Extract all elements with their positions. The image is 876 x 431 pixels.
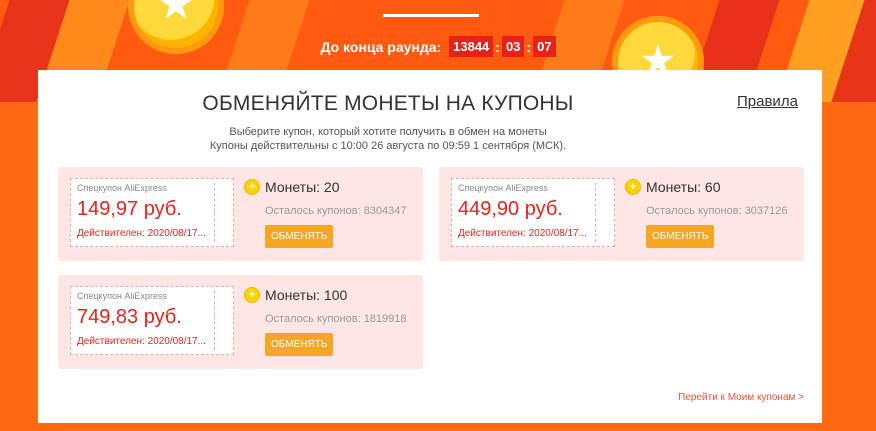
exchange-panel: ОБМЕНЯЙТЕ МОНЕТЫ НА КУПОНЫ Правила Выбер…: [38, 70, 822, 423]
exchange-button[interactable]: ОБМЕНЯТЬ: [265, 333, 334, 356]
header-divider: [383, 14, 479, 17]
coupon-card: Спецкупон AliExpress 449,90 руб. Действи…: [439, 167, 804, 261]
coupon-brand: Спецкупон AliExpress: [77, 183, 167, 193]
coupon-cost: Монеты: 100: [265, 287, 348, 303]
coupon-brand: Спецкупон AliExpress: [77, 291, 167, 301]
coupon-price: 749,83 руб.: [77, 306, 182, 328]
coupon-validity: Действителен: 2020/08/17...: [458, 228, 587, 239]
page-title: ОБМЕНЯЙТЕ МОНЕТЫ НА КУПОНЫ: [202, 92, 574, 115]
timer-label: До конца раунда:: [320, 38, 442, 55]
coupon-cost: Монеты: 60: [646, 179, 721, 195]
subtitle-line: Выберите купон, который хотите получить …: [229, 126, 547, 138]
coupon-validity: Действителен: 2020/08/17...: [77, 336, 206, 347]
coupon-card: Спецкупон AliExpress 149,97 руб. Действи…: [58, 167, 423, 261]
coupon-brand: Спецкупон AliExpress: [458, 183, 548, 193]
coupon-validity: Действителен: 2020/08/17...: [77, 228, 206, 239]
round-timer: До конца раунда: 13844:03:07: [0, 36, 876, 57]
coupon-cost: Монеты: 20: [265, 179, 340, 195]
coin-icon: +: [244, 287, 260, 303]
coupon-price: 449,90 руб.: [458, 198, 563, 220]
coin-icon: +: [244, 179, 260, 195]
timer-seconds: 07: [533, 36, 556, 57]
timer-days: 13844: [449, 36, 494, 57]
coupons-remaining: Осталось купонов: 3037126: [646, 205, 788, 217]
exchange-button[interactable]: ОБМЕНЯТЬ: [265, 225, 334, 248]
timer-minutes: 03: [501, 36, 525, 57]
exchange-button[interactable]: ОБМЕНЯТЬ: [646, 225, 715, 248]
coupons-remaining: Осталось купонов: 8304347: [265, 205, 407, 217]
rules-link[interactable]: Правила: [737, 93, 798, 110]
coupon-ticket: Спецкупон AliExpress 749,83 руб. Действи…: [70, 286, 234, 355]
coupon-price: 149,97 руб.: [77, 198, 182, 220]
my-coupons-link[interactable]: Перейти к Моим купонам >: [678, 392, 804, 403]
coupon-card: Спецкупон AliExpress 749,83 руб. Действи…: [58, 275, 423, 369]
subtitle: Выберите купон, который хотите получить …: [38, 125, 738, 153]
coupon-ticket: Спецкупон AliExpress 149,97 руб. Действи…: [70, 178, 234, 247]
coupon-ticket: Спецкупон AliExpress 449,90 руб. Действи…: [451, 178, 615, 247]
coin-icon: +: [625, 179, 641, 195]
subtitle-line: Купоны действительны с 10:00 26 августа …: [209, 140, 567, 152]
coupons-remaining: Осталось купонов: 1819918: [265, 313, 407, 325]
